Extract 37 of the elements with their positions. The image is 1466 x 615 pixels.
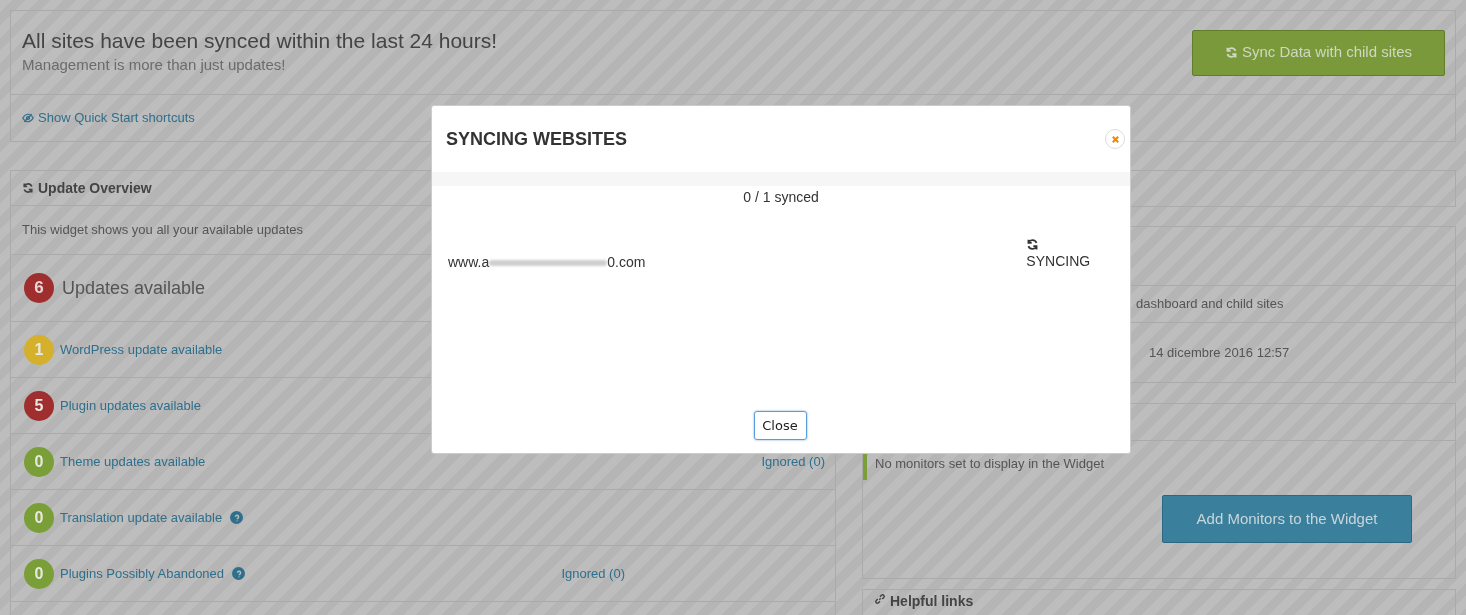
quick-start-link[interactable]: Show Quick Start shortcuts: [22, 108, 195, 128]
update-link[interactable]: WordPress update available: [60, 339, 223, 360]
help-icon[interactable]: [230, 511, 244, 524]
synced-count-text: 0 / 1 synced: [743, 188, 819, 207]
ignored-link[interactable]: Ignored (0): [761, 451, 825, 472]
page-title: All sites have been synced within the last 24 hours!: [22, 28, 498, 55]
sync-info-text: dashboard and child sites: [1136, 295, 1284, 314]
update-link[interactable]: Theme updates available: [60, 451, 206, 472]
sync-icon: [22, 182, 34, 194]
widget-description: This widget shows you all your available updates: [22, 221, 304, 240]
update-link[interactable]: Translation update available: [60, 507, 223, 528]
count-badge: 0: [24, 502, 54, 533]
update-link[interactable]: Plugins Possibly Abandoned: [60, 563, 225, 584]
site-url-start: www.a: [448, 253, 490, 272]
page-subtitle: Management is more than just updates!: [22, 55, 287, 76]
site-url-end: 0.com: [607, 253, 646, 272]
widget-title: Update Overview: [38, 178, 152, 198]
count-badge: 0: [24, 446, 54, 477]
ignored-link[interactable]: Ignored (0): [561, 563, 625, 584]
update-link[interactable]: Plugin updates available: [60, 395, 201, 416]
close-button[interactable]: Close: [753, 411, 807, 440]
help-icon[interactable]: [232, 567, 246, 580]
sync-icon: [1026, 238, 1040, 251]
count-badge: 0: [24, 558, 54, 589]
count-badge: 1: [24, 334, 54, 365]
sync-icon: [1224, 46, 1238, 59]
add-monitors-button[interactable]: Add Monitors to the Widget: [1162, 495, 1412, 543]
count-badge: 5: [24, 390, 54, 421]
dialog-title: SYNCING WEBSITES: [446, 127, 628, 151]
total-updates-label: Updates available: [62, 276, 206, 300]
sync-button[interactable]: Sync Data with child sites: [1192, 29, 1445, 76]
sync-status: SYNCING: [1026, 252, 1091, 271]
link-icon: [874, 593, 886, 605]
last-sync-date: 14 dicembre 2016 12:57: [1149, 343, 1290, 362]
helpful-links-title: Helpful links: [890, 592, 974, 611]
eye-icon: [22, 113, 34, 123]
count-badge: 6: [24, 273, 54, 303]
